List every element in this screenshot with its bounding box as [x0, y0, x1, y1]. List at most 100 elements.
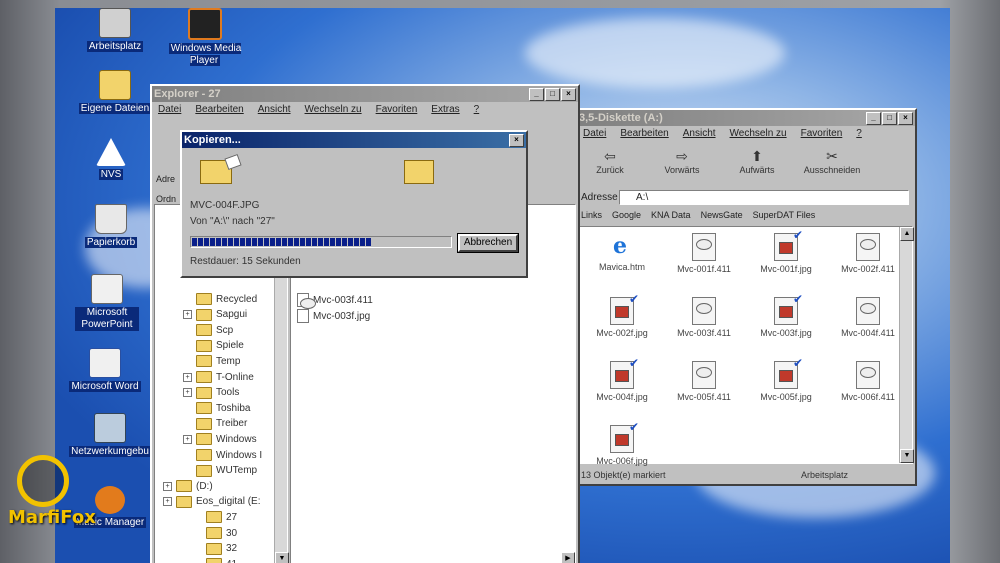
floppy-file-view[interactable]: Mavica.htm Mvc-001f.411 Mvc-001f.jpg Mvc-00…: [579, 226, 914, 466]
menu-item-wechseln-zu[interactable]: Wechseln zu: [730, 128, 787, 139]
menu-item-help[interactable]: ?: [856, 128, 862, 139]
file-item[interactable]: Mvc-004f.jpg: [582, 356, 662, 402]
file-item[interactable]: Mvc-002f.jpg: [582, 292, 662, 338]
progress-block: [216, 238, 221, 246]
forward-button[interactable]: ⇨ Vorwärts: [657, 148, 707, 175]
scroll-up-button[interactable]: ▲: [900, 227, 914, 241]
tree-item[interactable]: 32: [193, 542, 237, 555]
menu-item-wechseln-zu[interactable]: Wechseln zu: [305, 104, 362, 115]
menu-item-favoriten[interactable]: Favoriten: [801, 128, 843, 139]
menu-item-bearbeiten[interactable]: Bearbeiten: [620, 128, 668, 139]
dialog-title: Kopieren...: [184, 134, 241, 146]
minimize-button[interactable]: _: [866, 111, 881, 125]
menu-item-extras[interactable]: Extras: [431, 104, 459, 115]
file-item[interactable]: Mvc-003f.jpg: [297, 309, 370, 323]
minimize-button[interactable]: _: [529, 87, 544, 101]
tree-item[interactable]: 30: [193, 527, 237, 539]
tree-item[interactable]: + Sapgui: [183, 308, 247, 321]
desktop-icon-network[interactable]: Netzwerkumgebu: [55, 413, 165, 458]
close-button[interactable]: ×: [561, 87, 576, 101]
expand-toggle[interactable]: +: [163, 497, 172, 507]
watermark: MarfiFox: [8, 455, 96, 528]
tree-item[interactable]: Temp: [183, 355, 240, 368]
maximize-button[interactable]: □: [882, 111, 897, 125]
desktop-icon-nvs[interactable]: NVS: [61, 138, 161, 181]
desktop-icon-recycle-bin[interactable]: Papierkorb: [61, 204, 161, 249]
tree-item[interactable]: Scp: [183, 324, 233, 337]
tree-item[interactable]: 41: [193, 558, 237, 563]
menu-item-bearbeiten[interactable]: Bearbeiten: [195, 104, 243, 115]
file-item[interactable]: Mvc-002f.411: [828, 233, 908, 274]
scroll-down-button[interactable]: ▼: [275, 552, 289, 563]
status-selection: 13 Objekt(e) markiert: [581, 470, 666, 480]
file-item[interactable]: Mvc-003f.jpg: [746, 292, 826, 338]
file-item[interactable]: Mvc-001f.411: [664, 233, 744, 274]
tree-item[interactable]: + Eos_digital (E:: [163, 495, 260, 508]
file-item[interactable]: Mvc-004f.411: [828, 297, 908, 338]
file-item[interactable]: Mvc-005f.411: [664, 361, 744, 402]
tree-item[interactable]: + (D:): [163, 480, 213, 493]
expand-toggle[interactable]: +: [183, 372, 192, 382]
file-item[interactable]: Mvc-003f.411: [664, 297, 744, 338]
desktop-icon-word[interactable]: Microsoft Word: [55, 348, 155, 393]
file-item[interactable]: Mavica.htm: [582, 233, 662, 272]
copy-source-destination: Von "A:\" nach "27": [190, 216, 275, 227]
menu-item-datei[interactable]: Datei: [583, 128, 606, 139]
destination-folder-icon: [404, 160, 434, 184]
tree-item-label: Windows: [216, 433, 257, 445]
link-kna-data[interactable]: KNA Data: [651, 210, 691, 220]
tree-item[interactable]: + T-Online: [183, 371, 254, 383]
link-newsgate[interactable]: NewsGate: [701, 210, 743, 220]
explorer-titlebar[interactable]: Explorer - 27 _ □ ×: [152, 86, 578, 102]
expand-toggle[interactable]: +: [183, 388, 192, 398]
cancel-button[interactable]: Abbrechen: [457, 233, 519, 253]
file-item[interactable]: Mvc-003f.411: [297, 293, 373, 307]
file-item[interactable]: Mvc-006f.jpg: [582, 420, 662, 466]
menu-item-ansicht[interactable]: Ansicht: [683, 128, 716, 139]
tree-item[interactable]: Toshiba: [183, 402, 250, 415]
tree-item[interactable]: Recycled: [183, 293, 257, 305]
scroll-right-button[interactable]: ▶: [561, 552, 575, 563]
tree-item[interactable]: + Windows: [183, 433, 257, 446]
folder-icon: [206, 558, 222, 563]
link-superdat-files[interactable]: SuperDAT Files: [753, 210, 816, 220]
floppy-titlebar[interactable]: 3,5-Diskette (A:) _ □ ×: [577, 110, 915, 126]
copy-dialog-titlebar[interactable]: Kopieren... ×: [182, 132, 526, 148]
text-file-icon: [297, 293, 309, 307]
menu-item-ansicht[interactable]: Ansicht: [258, 104, 291, 115]
tree-item[interactable]: Treiber: [183, 417, 247, 430]
back-button[interactable]: ⇦ Zurück: [585, 148, 635, 175]
menu-item-help[interactable]: ?: [474, 104, 480, 115]
expand-toggle[interactable]: +: [183, 310, 192, 320]
image-file-icon: [610, 356, 639, 389]
link-google[interactable]: Google: [612, 210, 641, 220]
computer-icon: [99, 8, 131, 38]
file-item[interactable]: Mvc-005f.jpg: [746, 356, 826, 402]
menu-item-favoriten[interactable]: Favoriten: [376, 104, 418, 115]
desktop-icon-powerpoint[interactable]: Microsoft PowerPoint: [57, 274, 157, 331]
tree-item[interactable]: Windows I: [183, 449, 262, 461]
file-item[interactable]: Mvc-001f.jpg: [746, 228, 826, 274]
vertical-scrollbar[interactable]: ▲ ▼: [899, 227, 914, 463]
progress-block: [264, 238, 269, 246]
desktop-icon-computer[interactable]: Arbeitsplatz: [65, 8, 165, 53]
tree-item[interactable]: 27: [193, 511, 237, 524]
scroll-down-button[interactable]: ▼: [900, 449, 914, 463]
up-button[interactable]: ⬆ Aufwärts: [732, 148, 782, 175]
close-button[interactable]: ×: [509, 133, 524, 147]
progress-block: [336, 238, 341, 246]
address-field[interactable]: A:\: [619, 190, 909, 205]
expand-toggle[interactable]: +: [183, 434, 192, 444]
cut-button[interactable]: ✂ Ausschneiden: [797, 148, 867, 175]
expand-toggle[interactable]: +: [163, 481, 172, 491]
desktop-icon-media-player[interactable]: Windows Media Player: [155, 8, 255, 67]
file-item[interactable]: Mvc-006f.411: [828, 361, 908, 402]
tree-item[interactable]: WUTemp: [183, 464, 257, 477]
links-bar: Links Google KNA Data NewsGate SuperDAT …: [581, 210, 815, 220]
tree-item[interactable]: Spiele: [183, 339, 244, 352]
nvs-icon: [96, 138, 126, 166]
menu-item-datei[interactable]: Datei: [158, 104, 181, 115]
maximize-button[interactable]: □: [545, 87, 560, 101]
close-button[interactable]: ×: [898, 111, 913, 125]
tree-item[interactable]: + Tools: [183, 386, 239, 399]
